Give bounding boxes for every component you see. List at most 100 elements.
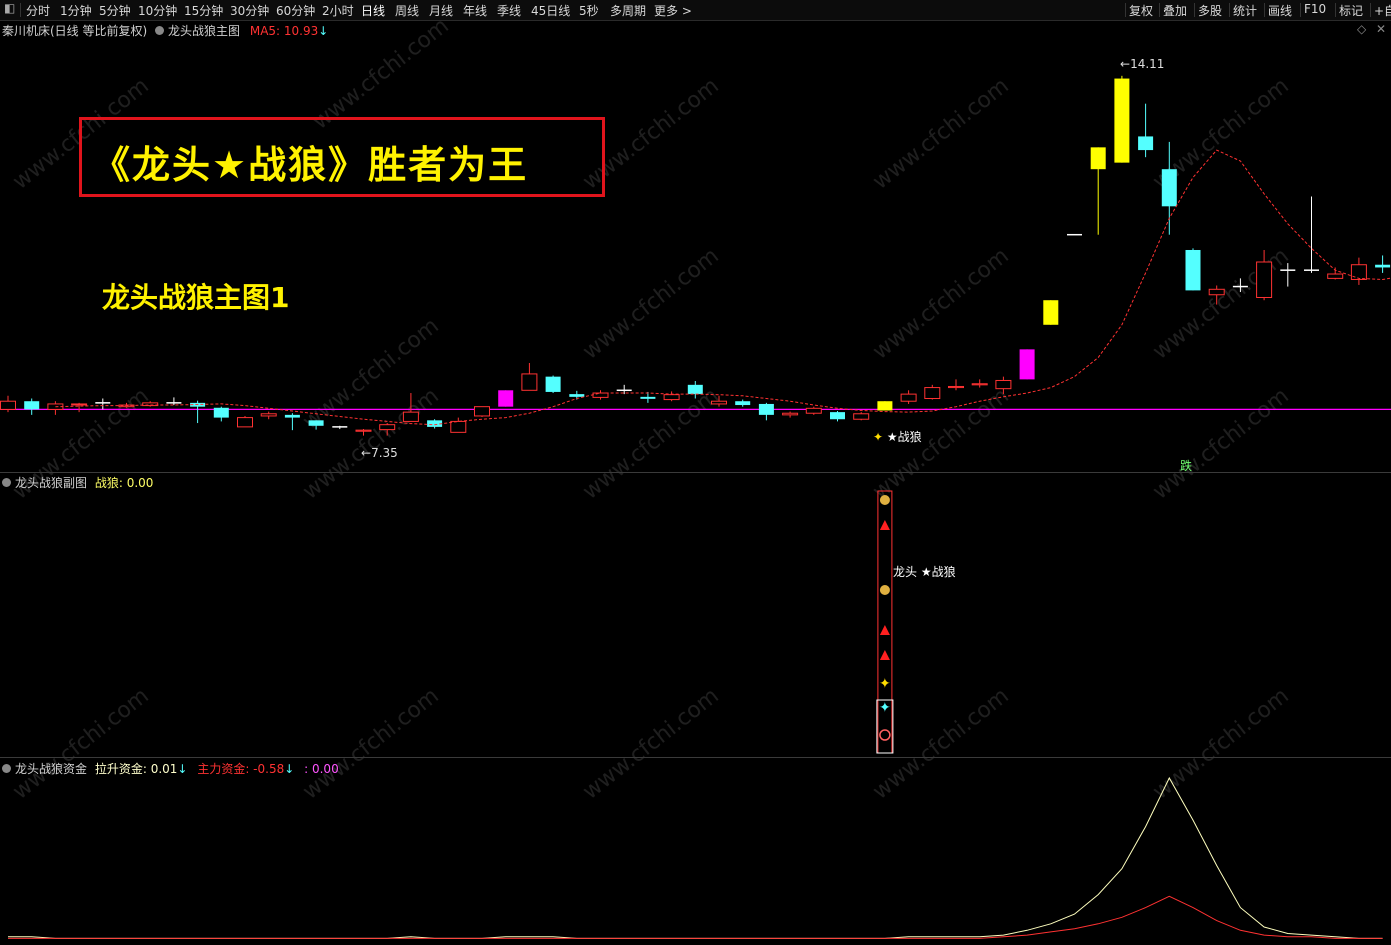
candle <box>260 411 277 420</box>
pane-divider[interactable] <box>0 757 1391 758</box>
candle <box>1138 103 1154 158</box>
promo-banner: 《龙头★战狼》胜者为王 <box>79 117 605 197</box>
watermark-text: www.cfchi.com <box>1148 383 1293 504</box>
candle-body <box>995 379 1012 390</box>
watermark-text: www.cfchi.com <box>578 383 723 504</box>
candle-body <box>402 411 419 422</box>
candle <box>521 363 538 391</box>
high-price-label: ←14.11 <box>1120 57 1165 71</box>
candle-body <box>948 385 964 389</box>
candle <box>498 390 514 407</box>
lift-fund-arrow: ↓ <box>177 762 188 776</box>
candle <box>474 406 490 418</box>
lift-fund-line <box>8 776 1383 939</box>
sub-indicator-name[interactable]: 龙头战狼副图 <box>15 476 87 490</box>
candle <box>1375 255 1391 273</box>
candle-body <box>758 403 774 415</box>
candle <box>237 415 253 428</box>
sub-signal-text: 龙头 ★战狼 <box>893 565 956 579</box>
candle-body <box>900 393 917 402</box>
candle-body <box>971 383 988 386</box>
lift-fund-value: 拉升资金: 0.01 <box>94 762 178 776</box>
signal-column-layer: ✦✦ <box>876 490 894 754</box>
diamond-icon[interactable]: ◇ <box>1357 22 1366 36</box>
candle <box>166 397 182 406</box>
candle <box>1043 300 1059 325</box>
butterfly-icon: ✦ <box>879 700 891 716</box>
candle-body <box>924 387 941 399</box>
candle-body <box>260 413 277 417</box>
candle <box>1327 267 1344 280</box>
candle <box>805 406 822 415</box>
candle-body <box>1090 147 1106 170</box>
candle-body <box>735 401 751 406</box>
candle <box>853 412 870 421</box>
candle <box>1350 257 1367 285</box>
candle-body <box>592 392 609 398</box>
watermark-text: www.cfchi.com <box>578 243 723 364</box>
candle <box>1090 147 1106 235</box>
candle <box>900 390 917 404</box>
candle-body <box>498 390 514 407</box>
candle-body <box>237 417 253 428</box>
candle <box>758 402 774 421</box>
close-icon[interactable]: ✕ <box>1376 22 1386 36</box>
candle-body <box>687 384 703 395</box>
ma5-value: MA5: 10.93 <box>249 24 319 38</box>
money-bag-icon <box>879 495 890 505</box>
candle <box>0 395 16 413</box>
up-arrow-icon <box>879 520 890 530</box>
candle <box>830 411 845 422</box>
butterfly-icon: ✦ <box>879 676 891 692</box>
candle-body <box>1256 261 1273 298</box>
candle-body <box>0 400 16 410</box>
candle-body <box>877 401 893 411</box>
candle <box>924 384 941 400</box>
main-indicator-name[interactable]: 龙头战狼主图 <box>168 24 240 38</box>
candle-body <box>450 420 467 433</box>
chart-subtitle: 龙头战狼主图1 <box>102 281 290 314</box>
watermark-text: www.cfchi.com <box>298 683 443 804</box>
candle-body <box>640 396 656 399</box>
ma5-arrow: ↓ <box>318 24 329 38</box>
low-price-label: ←7.35 <box>361 446 398 460</box>
signal-label: ✦ ★战狼 <box>873 430 922 444</box>
main-fund-line <box>8 895 1383 939</box>
indicator-settings-icon[interactable] <box>2 478 11 487</box>
candle-body <box>1161 169 1177 207</box>
candle <box>948 379 964 391</box>
fund-indicator-name[interactable]: 龙头战狼资金 <box>15 762 87 776</box>
wolf-value: 战狼: 0.00 <box>94 476 154 490</box>
candle-body <box>1019 349 1035 380</box>
indicator-settings-icon[interactable] <box>2 764 11 773</box>
candle-body <box>474 406 490 417</box>
candle <box>545 375 561 394</box>
candle <box>1185 248 1201 291</box>
candle-body <box>1327 273 1344 279</box>
candle-body <box>569 394 585 397</box>
candle-body <box>1114 78 1130 163</box>
candle <box>450 417 467 433</box>
candle <box>663 391 680 402</box>
diamond-icon <box>879 729 891 741</box>
main-pane-title: 秦川机床(日线 等比前复权) 龙头战狼主图 MA5: 10.93↓ <box>2 22 328 39</box>
indicator-settings-icon[interactable] <box>155 26 165 35</box>
watermark-text: www.cfchi.com <box>8 683 153 804</box>
candle-body <box>782 412 799 416</box>
candle-body <box>284 414 300 418</box>
candle <box>1114 75 1130 163</box>
up-arrow-icon <box>879 625 890 635</box>
candle-body <box>1185 249 1201 291</box>
candle <box>616 384 632 395</box>
candle-body <box>830 412 845 420</box>
watermark-text: www.cfchi.com <box>868 73 1013 194</box>
watermark-text: www.cfchi.com <box>578 683 723 804</box>
candle <box>971 379 988 388</box>
main-fund-arrow: ↓ <box>284 762 295 776</box>
candle-body <box>663 394 680 401</box>
fund-pane-title: 龙头战狼资金 拉升资金: 0.01↓ 主力资金: -0.58↓ : 0.00 <box>2 760 339 777</box>
candle-body <box>355 429 372 432</box>
candle-body <box>545 376 561 392</box>
candle-body <box>1138 136 1154 151</box>
candle-body <box>213 407 229 418</box>
